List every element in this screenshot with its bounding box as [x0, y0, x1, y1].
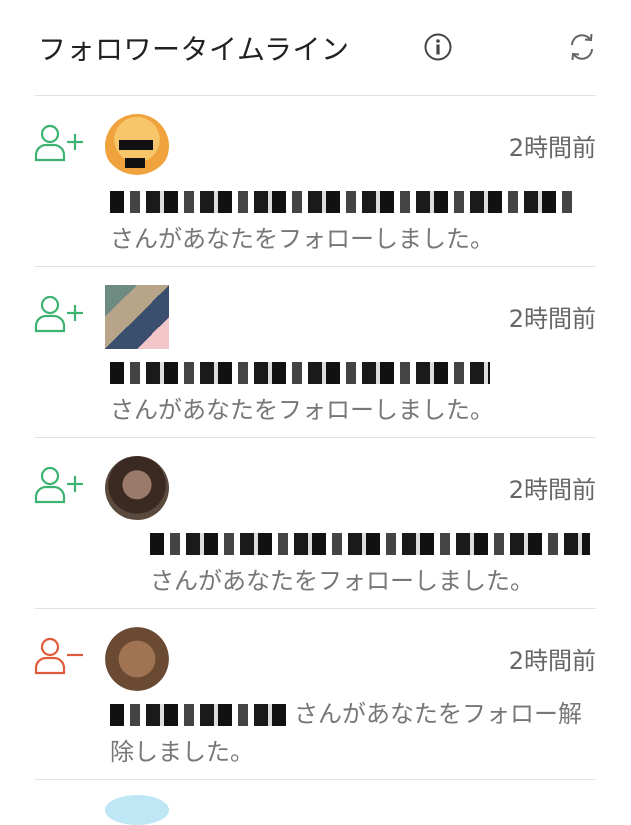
timeline-item[interactable]: 2時間前 さんがあなたをフォロー解除しました。 [34, 609, 596, 780]
timestamp: 2時間前 [508, 647, 596, 675]
avatar[interactable] [105, 285, 169, 349]
timestamp: 2時間前 [508, 305, 596, 333]
timeline-item[interactable]: 2時間前 さんがあなたをフォローしました。 [34, 438, 596, 609]
timeline-item[interactable]: 2時間前 さんがあなたをフォローしました。 [34, 96, 596, 267]
refresh-icon[interactable] [565, 30, 599, 64]
redacted-username[interactable] [150, 533, 590, 555]
notification-message: さんがあなたをフォローしました。 [110, 225, 494, 253]
avatar[interactable] [105, 456, 169, 520]
notification-message: さんがあなたをフォローしました。 [110, 396, 494, 424]
timestamp: 2時間前 [508, 476, 596, 504]
redacted-username[interactable] [110, 704, 290, 726]
avatar[interactable] [105, 114, 169, 178]
timeline-item[interactable]: 2時間前 さんがあなたをフォローしました。 [34, 267, 596, 438]
user-plus-icon [34, 466, 83, 504]
notification-text: さんがあなたをフォローしました。 [110, 353, 590, 429]
notification-message: さんがあなたをフォローしました。 [150, 567, 534, 595]
avatar[interactable] [105, 627, 169, 691]
page-title: フォロワータイムライン [38, 33, 350, 66]
header: フォロワータイムライン [35, 0, 596, 96]
redacted-username[interactable] [110, 191, 575, 213]
user-minus-icon [34, 637, 83, 675]
user-plus-icon [34, 124, 83, 162]
notification-text: さんがあなたをフォローしました。 [110, 182, 590, 258]
timestamp: 2時間前 [508, 134, 596, 162]
notification-text: さんがあなたをフォローしました。 [110, 524, 590, 600]
notification-text: さんがあなたをフォロー解除しました。 [110, 695, 590, 771]
user-plus-icon [34, 295, 83, 333]
redacted-username[interactable] [110, 362, 490, 384]
info-icon[interactable] [423, 32, 453, 62]
